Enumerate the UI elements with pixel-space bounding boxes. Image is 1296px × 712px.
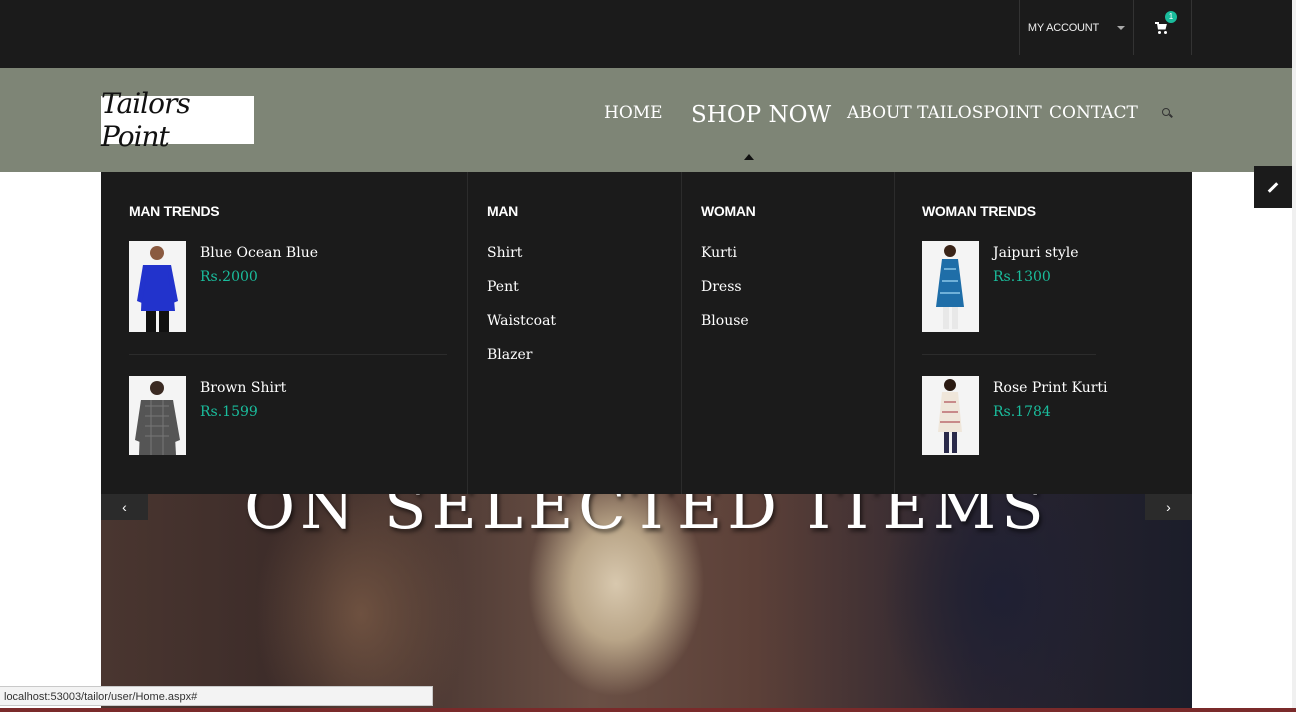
nav-shop-now[interactable]: SHOP NOW (691, 102, 831, 128)
product-name[interactable]: Jaipuri style (993, 245, 1079, 261)
column-title: WOMAN TRENDS (922, 203, 1036, 219)
carousel-next-button[interactable]: › (1145, 494, 1192, 520)
product-image (922, 376, 979, 455)
chevron-down-icon (1117, 25, 1126, 30)
scrollbar[interactable] (1292, 0, 1296, 712)
nav-home[interactable]: HOME (604, 103, 663, 123)
product-image (922, 241, 979, 332)
site-logo[interactable]: Tailors Point (101, 87, 254, 153)
menu-link-kurti[interactable]: Kurti (701, 245, 737, 261)
product-name[interactable]: Rose Print Kurti (993, 380, 1108, 396)
column-man-trends: MAN TRENDS Blue Ocean Blue Rs.2000 Brown… (101, 172, 468, 494)
status-bar-url: localhost:53003/tailor/user/Home.aspx# (0, 686, 433, 706)
hero-text: ON SELECTED ITEMS (244, 494, 1049, 543)
nav-contact[interactable]: CONTACT (1049, 103, 1138, 123)
column-title: MAN TRENDS (129, 203, 220, 219)
product-price: Rs.1599 (200, 404, 258, 420)
search-icon[interactable] (1162, 108, 1173, 118)
top-bar: MY ACCOUNT 1 (0, 0, 1296, 68)
product-name[interactable]: Blue Ocean Blue (200, 245, 318, 261)
divider (129, 354, 447, 355)
cart-icon (1155, 21, 1169, 34)
column-woman: WOMAN Kurti Dress Blouse (681, 172, 895, 494)
cart-count-badge: 1 (1165, 11, 1177, 23)
product-price: Rs.1300 (993, 269, 1051, 285)
my-account-label: MY ACCOUNT (1027, 21, 1100, 34)
menu-link-shirt[interactable]: Shirt (487, 245, 522, 261)
product-name[interactable]: Brown Shirt (200, 380, 286, 396)
carousel-prev-button[interactable]: ‹ (101, 494, 148, 520)
product-image (129, 241, 186, 332)
product-image (129, 376, 186, 455)
menu-link-dress[interactable]: Dress (701, 279, 742, 295)
column-title: MAN (487, 203, 518, 219)
column-woman-trends: WOMAN TRENDS Jaipuri style Rs.1300 Rose … (894, 172, 1192, 494)
nav-about[interactable]: ABOUT TAILOSPOINT (847, 103, 1042, 123)
divider (922, 354, 1096, 355)
product-price: Rs.1784 (993, 404, 1051, 420)
column-man: MAN Shirt Pent Waistcoat Blazer (467, 172, 682, 494)
menu-link-waistcoat[interactable]: Waistcoat (487, 313, 556, 329)
hero-banner: ON SELECTED ITEMS (101, 494, 1192, 712)
menu-link-blouse[interactable]: Blouse (701, 313, 749, 329)
bottom-edge (0, 708, 1296, 712)
product-price: Rs.2000 (200, 269, 258, 285)
cart-button[interactable] (1133, 0, 1192, 55)
chevron-right-icon: › (1166, 499, 1171, 515)
chevron-left-icon: ‹ (122, 499, 127, 515)
edit-button[interactable] (1254, 166, 1292, 208)
shop-mega-menu: MAN TRENDS Blue Ocean Blue Rs.2000 Brown… (101, 172, 1192, 494)
menu-link-pent[interactable]: Pent (487, 279, 519, 295)
dropdown-pointer (744, 154, 754, 160)
pencil-icon (1267, 181, 1279, 193)
column-title: WOMAN (701, 203, 756, 219)
menu-link-blazer[interactable]: Blazer (487, 347, 532, 363)
my-account-dropdown[interactable]: MY ACCOUNT (1019, 0, 1134, 55)
